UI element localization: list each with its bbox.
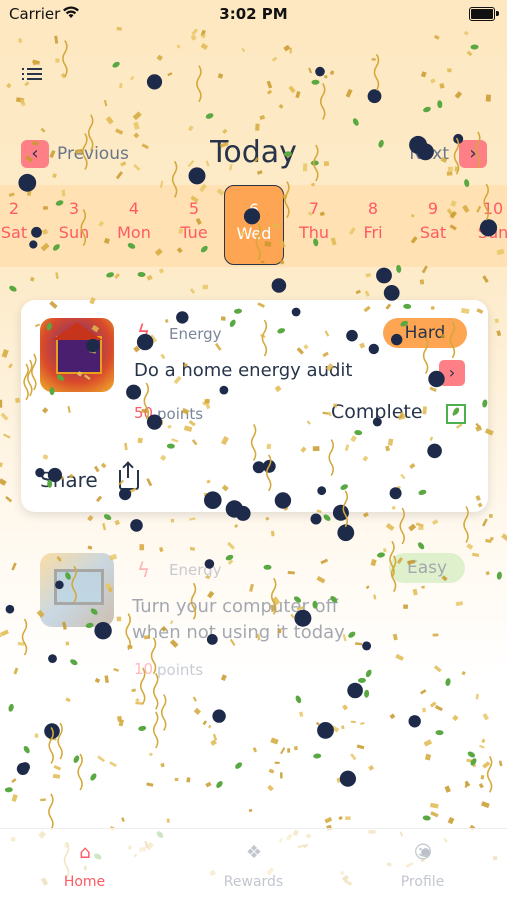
task-title: Do a home energy audit (134, 360, 353, 381)
tab-home[interactable]: ⌂ Home (0, 829, 169, 901)
menu-icon[interactable] (22, 66, 42, 82)
day-item[interactable]: 5 Tue (171, 197, 217, 245)
day-item[interactable]: 3 Sun (51, 197, 97, 245)
gift-icon: ❖ (245, 842, 263, 863)
category-label: Energy (169, 561, 222, 579)
task-thumbnail (40, 318, 114, 392)
date-navigation: ‹ Previous Today Next › (0, 132, 507, 176)
lightning-icon: ϟ (137, 320, 151, 344)
tab-label: Rewards (223, 874, 284, 890)
home-icon: ⌂ (79, 842, 91, 863)
points-value: 50 (134, 404, 154, 422)
lightning-icon: ϟ (137, 558, 151, 582)
tab-bar: ⌂ Home ❖ Rewards ☺ Profile (0, 828, 507, 901)
day-item[interactable]: 9 Sat (410, 197, 456, 245)
next-label[interactable]: Next (409, 144, 449, 164)
day-item[interactable]: 8 Fri (350, 197, 396, 245)
tab-profile[interactable]: ☺ Profile (338, 829, 507, 901)
profile-icon: ☺ (413, 842, 433, 863)
chevron-right-icon: › (448, 363, 456, 382)
next-button[interactable]: › (459, 140, 487, 168)
clock: 3:02 PM (219, 5, 288, 23)
day-item[interactable]: 2 Sat (0, 197, 37, 245)
share-label[interactable]: Share (40, 468, 98, 492)
tab-rewards[interactable]: ❖ Rewards (169, 829, 338, 901)
difficulty-badge: Hard (383, 318, 467, 348)
complete-checkbox[interactable]: ✓ (446, 404, 466, 424)
day-item[interactable]: 10 Sun (470, 197, 507, 245)
week-strip: 2 Sat 3 Sun 4 Mon 5 Tue 6 Wed 7 Thu 8 Fri 9 Sat … (0, 185, 507, 267)
points-label: points (157, 661, 204, 679)
battery-icon (469, 7, 495, 21)
task-thumbnail (40, 553, 114, 627)
task-card[interactable]: ϟ Energy Hard Do a home energy audit › 5… (21, 300, 488, 512)
points-value: 10 (134, 660, 154, 678)
status-bar: Carrier 3:02 PM (0, 0, 507, 28)
task-title-line1: Turn your computer off (132, 596, 339, 617)
chevron-right-icon: › (469, 143, 477, 164)
day-item[interactable]: 4 Mon (111, 197, 157, 245)
day-item[interactable]: 7 Thu (291, 197, 337, 245)
tab-label: Home (63, 874, 106, 890)
task-detail-button[interactable]: › (439, 360, 465, 386)
battery-tip (496, 11, 499, 16)
task-card[interactable]: ϟ Energy Easy Turn your computer off whe… (21, 538, 488, 688)
tab-label: Profile (400, 874, 445, 890)
complete-label: Complete (331, 401, 423, 423)
category-label: Energy (169, 325, 222, 343)
points-label: points (157, 405, 204, 423)
task-title-line2: when not using it today (132, 622, 345, 643)
share-icon[interactable] (119, 464, 139, 490)
difficulty-badge: Easy (389, 553, 465, 583)
day-item-selected[interactable]: 6 Wed (224, 185, 284, 265)
